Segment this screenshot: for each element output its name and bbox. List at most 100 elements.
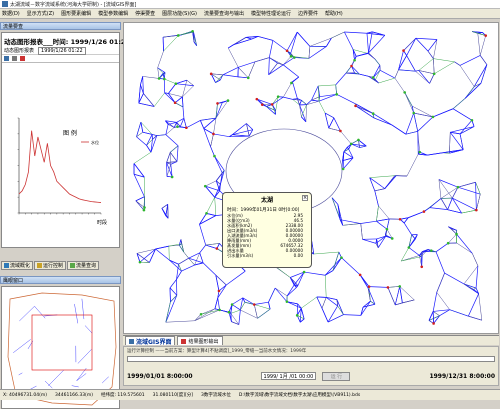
station-node[interactable]: [475, 209, 478, 212]
station-node[interactable]: [457, 186, 460, 189]
menu-display[interactable]: 显示方式(Z): [27, 10, 54, 17]
river-segment: [136, 201, 144, 210]
station-node[interactable]: [256, 98, 259, 101]
tab-flow-query[interactable]: 流量查询: [67, 261, 99, 270]
station-node[interactable]: [432, 116, 435, 119]
station-node[interactable]: [357, 139, 360, 142]
station-node[interactable]: [471, 119, 474, 122]
station-node[interactable]: [200, 313, 203, 316]
river-segment: [408, 212, 424, 218]
station-node[interactable]: [231, 303, 234, 306]
station-node[interactable]: [350, 65, 353, 68]
station-node[interactable]: [423, 210, 426, 213]
station-node[interactable]: [228, 311, 231, 314]
station-node[interactable]: [339, 130, 342, 133]
tab-gis[interactable]: 流域GIS界面: [125, 336, 175, 345]
station-node[interactable]: [354, 105, 357, 108]
print-icon[interactable]: [12, 56, 17, 61]
station-node[interactable]: [216, 102, 219, 105]
close-icon[interactable]: ×: [302, 195, 308, 201]
station-node[interactable]: [204, 185, 207, 188]
menu-flow-output[interactable]: 流量要查询与输出: [204, 10, 244, 17]
zoom-icon[interactable]: [20, 56, 25, 61]
menu-model-params[interactable]: 模型参数编辑: [98, 10, 128, 17]
tab-result-output[interactable]: 结果图形输出: [177, 336, 222, 345]
station-node[interactable]: [368, 285, 371, 288]
station-node[interactable]: [286, 49, 289, 52]
station-node[interactable]: [433, 73, 436, 76]
menu-data[interactable]: 数据(D): [2, 10, 20, 17]
station-node[interactable]: [408, 246, 411, 249]
station-node[interactable]: [175, 82, 178, 85]
run-button[interactable]: 运 行: [322, 372, 350, 381]
station-node[interactable]: [205, 212, 208, 215]
dynamic-time-select[interactable]: 1999/1/26 01:22: [38, 47, 86, 55]
station-node[interactable]: [171, 176, 174, 179]
station-node[interactable]: [174, 101, 177, 104]
station-node[interactable]: [359, 274, 362, 277]
save-icon[interactable]: [4, 56, 9, 61]
station-node[interactable]: [296, 314, 299, 317]
station-node[interactable]: [420, 265, 423, 268]
station-node[interactable]: [158, 77, 161, 80]
station-node[interactable]: [399, 218, 402, 221]
station-node[interactable]: [212, 133, 215, 136]
station-node[interactable]: [271, 103, 274, 106]
station-node[interactable]: [372, 112, 375, 115]
station-node[interactable]: [353, 59, 356, 62]
station-node[interactable]: [412, 112, 415, 115]
viewport-rectangle[interactable]: [32, 315, 92, 370]
station-node[interactable]: [447, 242, 450, 245]
station-node[interactable]: [253, 303, 256, 306]
station-node[interactable]: [261, 103, 264, 106]
station-node[interactable]: [218, 290, 221, 293]
station-node[interactable]: [432, 322, 435, 325]
station-node[interactable]: [247, 77, 250, 80]
station-node[interactable]: [143, 209, 146, 212]
menu-boundary[interactable]: 边界要件: [298, 10, 318, 17]
basin-network-map[interactable]: [124, 23, 499, 334]
station-node[interactable]: [286, 300, 289, 303]
menu-model-run[interactable]: 模型特性理论运行: [251, 10, 291, 17]
station-node[interactable]: [402, 49, 405, 52]
menu-query[interactable]: 停渠要查: [135, 10, 155, 17]
station-node[interactable]: [139, 261, 142, 264]
station-node[interactable]: [227, 99, 230, 102]
station-node[interactable]: [403, 91, 406, 94]
station-node[interactable]: [386, 228, 389, 231]
menu-layers[interactable]: 图层功能(S)(G): [162, 10, 197, 17]
station-node[interactable]: [418, 151, 421, 154]
station-node[interactable]: [484, 34, 487, 37]
station-node[interactable]: [210, 73, 213, 76]
sim-current-time-input[interactable]: 1999/ 1月 /01 00:00: [261, 372, 317, 380]
station-node[interactable]: [293, 56, 296, 59]
station-node[interactable]: [340, 256, 343, 259]
station-node[interactable]: [191, 30, 194, 33]
station-node[interactable]: [372, 76, 375, 79]
gis-map[interactable]: [123, 22, 499, 334]
station-node[interactable]: [398, 285, 401, 288]
menu-element-edit[interactable]: 图形要素编辑: [61, 10, 91, 17]
station-node[interactable]: [391, 237, 394, 240]
station-node[interactable]: [216, 247, 219, 250]
tab-basin-generalize[interactable]: 流域概化: [1, 261, 33, 270]
menu-help[interactable]: 帮助(H): [325, 10, 343, 17]
station-node[interactable]: [387, 286, 390, 289]
station-node[interactable]: [277, 95, 280, 98]
station-node[interactable]: [176, 125, 179, 128]
station-node[interactable]: [430, 249, 433, 252]
station-node[interactable]: [350, 143, 353, 146]
station-node[interactable]: [455, 233, 458, 236]
station-node[interactable]: [290, 55, 293, 58]
station-node[interactable]: [185, 126, 188, 129]
station-node[interactable]: [303, 271, 306, 274]
station-node[interactable]: [218, 309, 221, 312]
station-node[interactable]: [342, 168, 345, 171]
tab-run-control[interactable]: 运行控制: [34, 261, 66, 270]
station-node[interactable]: [335, 93, 338, 96]
station-node[interactable]: [163, 78, 166, 81]
station-node[interactable]: [177, 34, 180, 37]
station-node[interactable]: [143, 206, 146, 209]
station-node[interactable]: [290, 82, 293, 85]
station-node[interactable]: [213, 155, 216, 158]
